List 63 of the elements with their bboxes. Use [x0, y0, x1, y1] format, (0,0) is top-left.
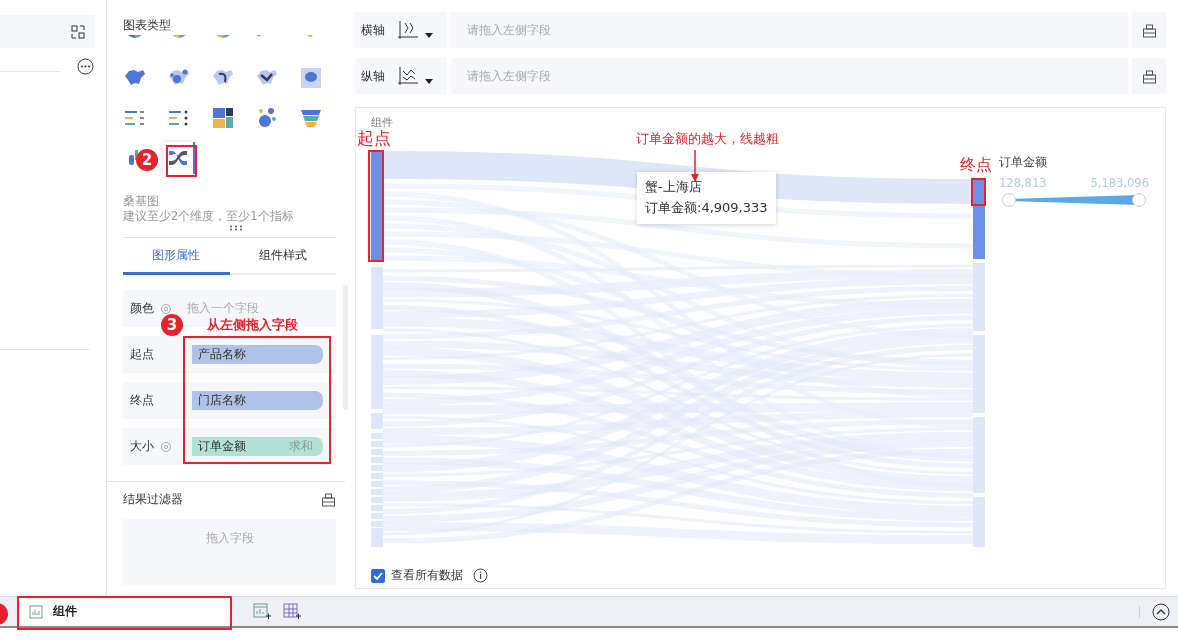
legend-value: 128,813 — [999, 176, 1047, 190]
slider-handle[interactable] — [1002, 193, 1016, 207]
add-chart-icon[interactable] — [253, 602, 271, 621]
slider-handle[interactable] — [1132, 193, 1146, 207]
highlight-frame — [971, 178, 986, 206]
property-label: 起点 — [130, 346, 155, 363]
field-pill[interactable]: 门店名称 — [192, 391, 323, 410]
section-title: 图表类型 — [123, 17, 172, 33]
more-icon[interactable] — [77, 58, 94, 75]
axis-selector[interactable]: 纵轴 — [355, 58, 447, 94]
step-badge: 2 — [136, 149, 158, 171]
drop-placeholder: 拖入字段 — [205, 530, 254, 547]
caret-icon[interactable] — [425, 32, 433, 38]
axis-label: 纵轴 — [361, 67, 385, 85]
aggregation-label: 求和 — [289, 438, 313, 455]
drag-handle-icon[interactable] — [229, 225, 243, 231]
axis-type-icon[interactable] — [397, 19, 419, 41]
settings-button[interactable] — [1132, 58, 1166, 94]
checkbox-label: 查看所有数据 — [391, 567, 463, 584]
lock-icon — [1141, 68, 1157, 84]
callout-text: 从左侧拖入字段 — [207, 316, 298, 334]
field-name: 门店名称 — [198, 392, 246, 409]
property-label: 终点 — [130, 392, 155, 409]
heatmap-icon[interactable] — [299, 66, 323, 90]
treemap-icon[interactable] — [211, 106, 235, 130]
lock-icon — [1141, 22, 1157, 38]
drop-placeholder: 请拖入左侧字段 — [467, 21, 551, 39]
component-tab[interactable]: 组件 — [19, 597, 230, 626]
tooltip-value: 订单金额:4,909,333 — [645, 199, 768, 217]
filter-settings-icon[interactable] — [321, 491, 336, 507]
highlight-frame — [166, 145, 197, 177]
callout-text: 起点 — [357, 128, 391, 150]
settings-button[interactable] — [1132, 12, 1166, 48]
property-label: 颜色 — [130, 300, 155, 317]
collapse-icon[interactable] — [1152, 602, 1170, 621]
callout-text: 终点 — [960, 155, 992, 176]
chart-type-hint: 建议至少2个维度，至少1个指标 — [123, 209, 295, 225]
callout-text: 订单金额的越大，线越粗 — [636, 130, 779, 148]
field-pill[interactable]: 产品名称 — [192, 345, 323, 364]
checkbox[interactable] — [371, 568, 385, 583]
tooltip-title: 蟹-上海店 — [645, 178, 703, 196]
chart-type-name: 桑基图 — [123, 194, 160, 209]
tab[interactable]: 组件样式 — [229, 238, 336, 272]
field-name: 订单金额 — [198, 438, 246, 455]
field-name: 产品名称 — [198, 346, 246, 363]
field-pill[interactable]: 订单金额 求和 — [192, 437, 323, 456]
axis-type-icon[interactable] — [397, 65, 419, 87]
axis-label: 横轴 — [361, 21, 385, 39]
section-title: 结果过滤器 — [123, 490, 183, 508]
chart-title: 组件 — [370, 115, 394, 126]
axis-selector[interactable]: 横轴 — [355, 12, 447, 48]
drop-placeholder: 请拖入左侧字段 — [467, 67, 551, 85]
legend-value: 5,183,096 — [1090, 176, 1149, 190]
arrow-icon — [691, 150, 699, 182]
info-icon[interactable] — [473, 568, 488, 583]
caret-icon[interactable] — [425, 78, 433, 84]
add-table-icon[interactable] — [283, 602, 301, 621]
step-badge: 3 — [161, 314, 183, 336]
swap-icon[interactable] — [70, 23, 86, 40]
tab[interactable]: 图形属性 — [123, 238, 230, 275]
bar-chart-icon — [29, 604, 43, 619]
property-label: 大小 — [130, 438, 155, 455]
legend-title: 订单金额 — [999, 154, 1048, 170]
